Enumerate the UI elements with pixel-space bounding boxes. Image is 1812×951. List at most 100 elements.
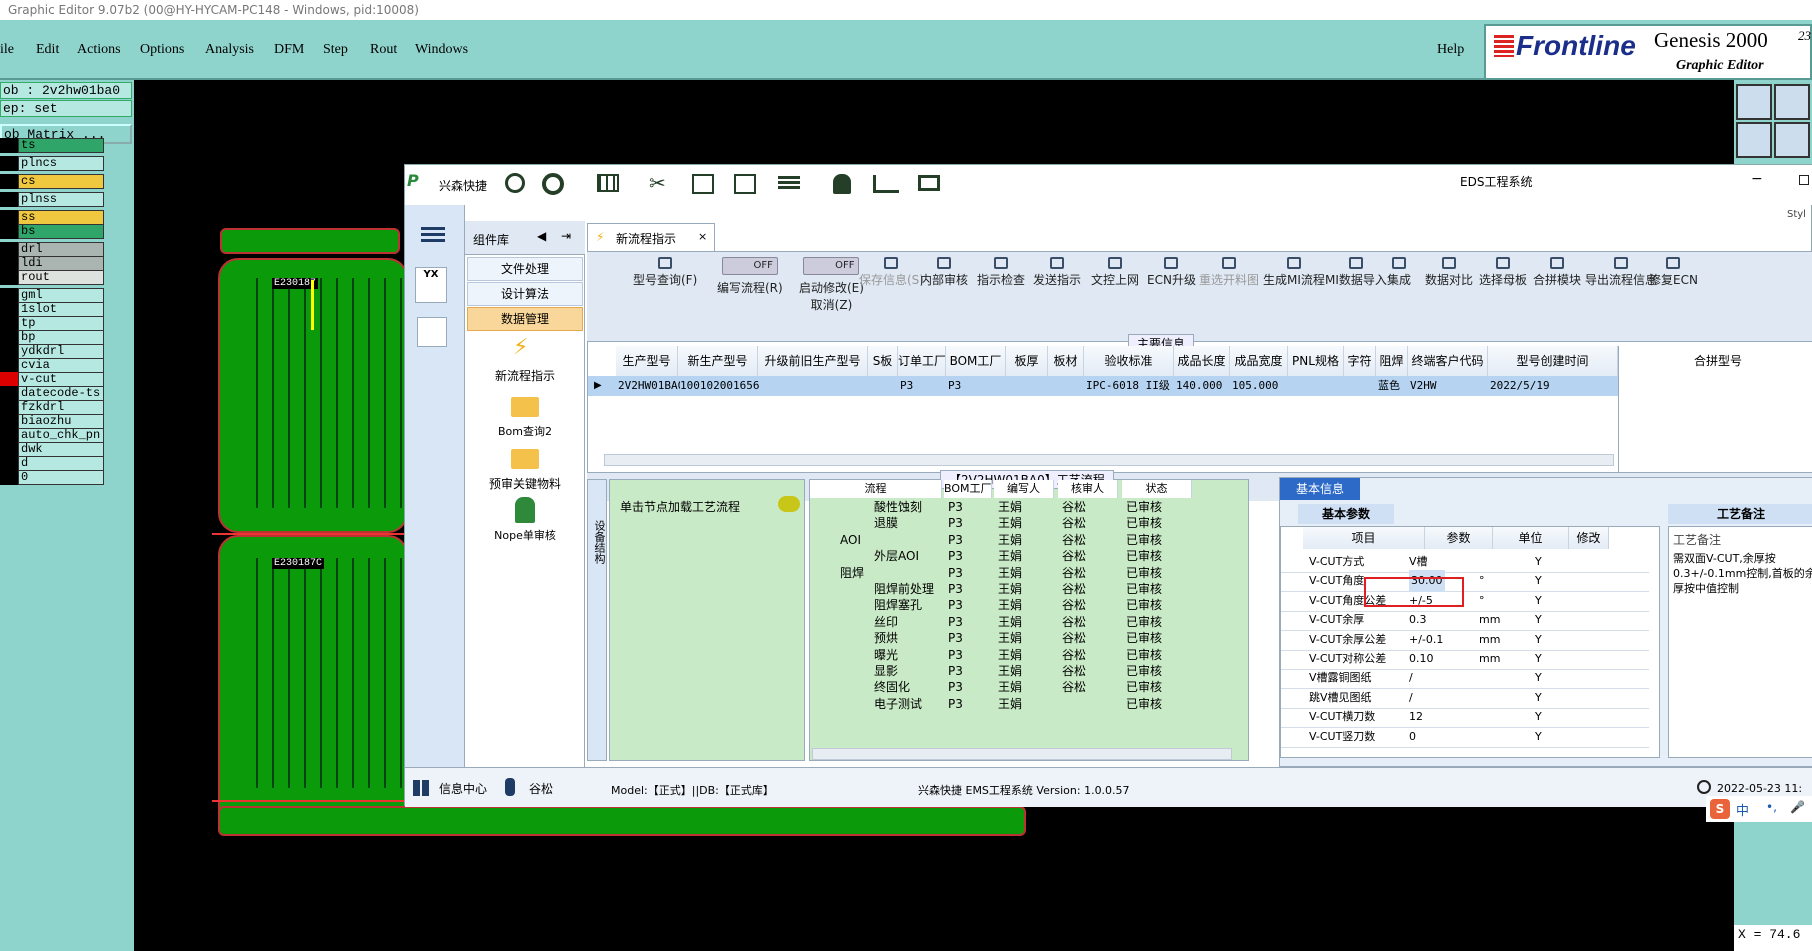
layer-swatch[interactable] — [0, 386, 18, 401]
menu-options[interactable]: Options — [140, 42, 184, 58]
grid-header[interactable]: 阻焊 — [1376, 346, 1408, 376]
grid-header[interactable]: 板厚 — [1006, 346, 1048, 376]
toolbar-button[interactable]: OFF 启动修改(E) 取消(Z) — [799, 257, 864, 313]
info-center-icon[interactable] — [413, 780, 431, 796]
craft-note-tab[interactable]: 工艺备注 — [1668, 504, 1812, 524]
grid-cell[interactable]: IPC-6018 II级 — [1086, 376, 1176, 396]
layer-row[interactable]: rout — [0, 270, 104, 285]
toolbar-button[interactable]: 保存信息(S) — [859, 257, 924, 288]
layer-row[interactable]: ydkdrl — [0, 344, 104, 359]
layer-row[interactable]: datecode-ts — [0, 386, 104, 401]
grid-cell[interactable] — [1008, 376, 1050, 396]
basic-info-tab[interactable]: 基本信息 — [1280, 478, 1360, 500]
layer-row[interactable]: d — [0, 456, 104, 471]
support-icon[interactable] — [542, 173, 564, 195]
layer-row[interactable]: plncs — [0, 156, 104, 171]
grid-cell[interactable]: 2V2HW01BA0 — [618, 376, 680, 396]
layer-swatch[interactable] — [0, 224, 18, 239]
layer-row[interactable]: cs — [0, 174, 104, 189]
grid-cell[interactable]: P3 — [948, 376, 1008, 396]
layer-swatch[interactable] — [0, 330, 18, 345]
maximize-button[interactable] — [1799, 175, 1809, 185]
toolbar-button[interactable]: 指示检查 — [977, 257, 1025, 288]
nav-item-data[interactable]: 数据管理 — [467, 307, 583, 331]
param-header[interactable]: 修改 — [1569, 527, 1609, 549]
grid-header[interactable]: 型号创建时间 — [1488, 346, 1618, 376]
collapse-left-icon[interactable]: ◀ — [537, 229, 546, 243]
layer-swatch[interactable] — [0, 442, 18, 457]
toolbar-button[interactable]: 生成MI流程 — [1263, 257, 1325, 288]
grid-cell[interactable]: 10010200165651 — [680, 376, 760, 396]
list-icon[interactable] — [778, 176, 800, 190]
grid-cell[interactable]: P3 — [900, 376, 948, 396]
ime-logo-icon[interactable]: S — [1710, 799, 1730, 819]
folder-icon[interactable] — [511, 397, 539, 417]
window-icon[interactable] — [918, 175, 940, 191]
grid-header[interactable]: 订单工厂 — [898, 346, 946, 376]
layer-row[interactable]: bp — [0, 330, 104, 345]
layer-swatch[interactable] — [0, 156, 18, 171]
flow-header[interactable]: 流程 — [810, 480, 942, 498]
menu-help[interactable]: Help — [1437, 42, 1464, 58]
folder-icon[interactable] — [511, 449, 539, 469]
device-structure-tab[interactable]: 设备结构 — [587, 479, 607, 761]
pin-icon[interactable]: ⇥ — [561, 229, 571, 243]
copy-icon[interactable] — [734, 174, 756, 194]
grid-header[interactable]: 验收标准 — [1084, 346, 1174, 376]
flow-cell[interactable]: 电子测试 — [874, 695, 922, 714]
flow-header[interactable]: BOM工厂 — [944, 480, 992, 498]
launch-nope-review[interactable]: Nope单审核 — [465, 527, 585, 543]
layer-swatch[interactable] — [0, 210, 18, 225]
grid-cell[interactable]: 蓝色 — [1378, 376, 1410, 396]
param-header[interactable]: 单位 — [1493, 527, 1569, 549]
menu-analysis[interactable]: Analysis — [205, 42, 254, 58]
info-center[interactable]: 信息中心 — [439, 780, 487, 797]
grid-cell[interactable] — [1290, 376, 1346, 396]
layer-row[interactable]: v-cut — [0, 372, 104, 387]
grid-cell[interactable] — [760, 376, 870, 396]
layer-row[interactable]: dwk — [0, 442, 104, 457]
film-icon[interactable] — [692, 174, 714, 194]
param-header[interactable]: 参数 — [1425, 527, 1493, 549]
grid-header[interactable]: 生产型号 — [616, 346, 678, 376]
layer-row[interactable]: 0 — [0, 470, 104, 485]
layer-swatch[interactable] — [0, 256, 18, 271]
reviewer-icon[interactable] — [515, 497, 535, 523]
layer-swatch[interactable] — [0, 400, 18, 415]
minimize-button[interactable]: − — [1751, 171, 1763, 187]
layer-row[interactable]: bs — [0, 224, 104, 239]
flow-cell[interactable]: 已审核 — [1126, 695, 1162, 714]
grid-header[interactable]: BOM工厂 — [946, 346, 1006, 376]
layer-row[interactable]: drl — [0, 242, 104, 257]
menu-actions[interactable]: Actions — [77, 42, 121, 58]
param-cell[interactable]: 0 — [1409, 726, 1416, 748]
layer-swatch[interactable] — [0, 270, 18, 285]
export-up-icon[interactable] — [1736, 84, 1772, 120]
grid-header[interactable]: S板 — [868, 346, 898, 376]
toolbar-button[interactable]: 修复ECN — [1649, 257, 1698, 288]
grid-header[interactable]: 板材 — [1048, 346, 1084, 376]
flow-scrollbar[interactable] — [812, 748, 1232, 760]
mic-icon[interactable]: 🎤 — [1790, 800, 1805, 814]
lightning-icon[interactable]: ⚡ — [513, 335, 528, 360]
layer-swatch[interactable] — [0, 288, 18, 303]
grid-scrollbar[interactable] — [604, 454, 1614, 466]
grid-header[interactable]: 字符 — [1344, 346, 1376, 376]
layer-swatch[interactable] — [0, 358, 18, 373]
layer-swatch[interactable] — [0, 470, 18, 485]
layer-swatch[interactable] — [0, 428, 18, 443]
move-right-icon[interactable] — [1774, 122, 1810, 158]
yx-module-icon[interactable]: YX — [415, 267, 447, 303]
grid-header[interactable]: 新生产型号 — [678, 346, 758, 376]
layer-swatch[interactable] — [0, 372, 18, 387]
layer-swatch[interactable] — [0, 302, 18, 317]
toolbar-button[interactable]: 合拼模块 — [1533, 257, 1581, 288]
flow-header[interactable]: 编写人 — [994, 480, 1054, 498]
scissors-icon[interactable]: ✂ — [649, 171, 666, 195]
layer-swatch[interactable] — [0, 414, 18, 429]
search-icon[interactable] — [505, 173, 525, 193]
layer-row[interactable]: tp — [0, 316, 104, 331]
layer-swatch[interactable] — [0, 344, 18, 359]
param-header[interactable]: 项目 — [1303, 527, 1425, 549]
flow-row[interactable]: 电子测试 P3 王娟 已审核 — [810, 695, 1250, 714]
